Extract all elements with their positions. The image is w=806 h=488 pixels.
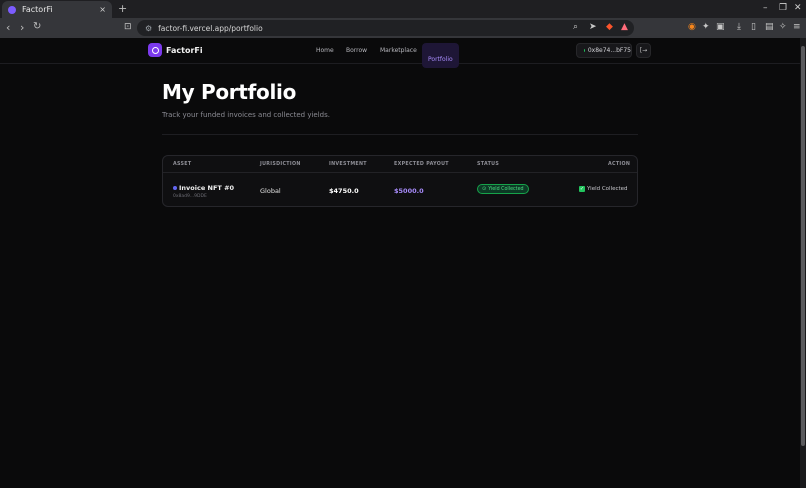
address-bar[interactable]: ⚙ factor-fi.vercel.app/portfolio: [137, 20, 634, 36]
leo-ai-icon[interactable]: ✧: [779, 22, 787, 32]
header-investment: INVESTMENT: [329, 162, 367, 167]
header-action: ACTION: [608, 162, 631, 167]
action-text: Yield Collected: [587, 186, 628, 192]
window-restore-icon[interactable]: ❐: [779, 3, 787, 13]
send-icon[interactable]: ➤: [589, 22, 597, 32]
connected-dot-icon: [584, 49, 585, 52]
reload-icon[interactable]: ↻: [33, 21, 41, 32]
brave-rewards-icon[interactable]: ▲: [621, 22, 628, 32]
wallet-icon[interactable]: ▤: [765, 22, 774, 32]
browser-toolbar: ‹ › ↻ ⊡ ⚙ factor-fi.vercel.app/portfolio…: [0, 18, 806, 38]
header-jurisdiction: JURISDICTION: [260, 162, 301, 167]
page-subtitle: Track your funded invoices and collected…: [162, 111, 330, 119]
wallet-extension-icon[interactable]: ▣: [716, 22, 725, 32]
nav-borrow[interactable]: Borrow: [346, 47, 367, 54]
extensions-icon[interactable]: ✦: [702, 22, 710, 32]
header-asset: ASSET: [173, 162, 192, 167]
nav-portfolio[interactable]: Portfolio: [422, 43, 459, 68]
header-expected-payout: EXPECTED PAYOUT: [394, 162, 449, 167]
site-info-icon[interactable]: ⚙: [145, 24, 152, 33]
window-close-icon[interactable]: ✕: [794, 3, 802, 13]
bookmark-icon[interactable]: ⊡: [124, 22, 132, 32]
sidebar-icon[interactable]: ▯: [751, 22, 756, 32]
nav-portfolio-label: Portfolio: [428, 56, 453, 63]
zoom-search-icon[interactable]: ⌕: [573, 22, 578, 32]
app-header: FactorFi Home Borrow Marketplace Portfol…: [0, 38, 800, 68]
page-scrollbar[interactable]: [800, 38, 806, 488]
asset-name: Invoice NFT #0: [179, 184, 235, 192]
brand[interactable]: FactorFi: [148, 43, 203, 57]
brand-name: FactorFi: [166, 45, 203, 55]
divider: [162, 134, 638, 135]
factorfi-logo-icon: [148, 43, 162, 57]
browser-tab-bar: FactorFi × + – ❐ ✕: [0, 0, 806, 18]
checkmark-box-icon: ✓: [579, 186, 585, 192]
wallet-button[interactable]: 0x8e74...bF75: [576, 43, 632, 58]
new-tab-button[interactable]: +: [118, 2, 127, 15]
check-circle-icon: ⊙: [482, 186, 487, 192]
download-icon[interactable]: ⤓: [737, 22, 741, 32]
jurisdiction-value: Global: [260, 187, 281, 195]
asset-address: 0x8ad9...9DDE: [173, 194, 207, 199]
expected-payout-value: $5000.0: [394, 187, 424, 195]
browser-tab[interactable]: FactorFi ×: [2, 1, 112, 18]
tab-title: FactorFi: [22, 5, 53, 14]
page-viewport: FactorFi Home Borrow Marketplace Portfol…: [0, 38, 800, 488]
url-text: factor-fi.vercel.app/portfolio: [158, 23, 263, 33]
table-header: ASSET JURISDICTION INVESTMENT EXPECTED P…: [163, 156, 637, 173]
nav-marketplace[interactable]: Marketplace: [380, 47, 417, 54]
back-arrow-icon[interactable]: ‹: [6, 21, 10, 34]
investment-value: $4750.0: [329, 187, 359, 195]
wallet-address: 0x8e74...bF75: [587, 47, 631, 54]
logout-icon: [→: [639, 47, 648, 54]
metamask-icon[interactable]: ◉: [688, 22, 696, 32]
logout-button[interactable]: [→: [636, 43, 651, 58]
nav-borrow-label: Borrow: [346, 47, 368, 54]
invoice-nft-icon: [173, 186, 177, 190]
factorfi-favicon-icon: [8, 5, 16, 14]
brave-shield-icon[interactable]: ◆: [606, 22, 613, 32]
header-status: STATUS: [477, 162, 500, 167]
page-title: My Portfolio: [162, 80, 297, 104]
portfolio-table: ASSET JURISDICTION INVESTMENT EXPECTED P…: [162, 155, 638, 207]
status-text: Yield Collected: [488, 186, 524, 192]
forward-arrow-icon[interactable]: ›: [20, 21, 24, 34]
nav-marketplace-label: Marketplace: [380, 47, 417, 54]
nav-home[interactable]: Home: [316, 47, 334, 54]
menu-icon[interactable]: ≡: [793, 22, 801, 32]
nav-home-label: Home: [316, 47, 334, 54]
scrollbar-thumb[interactable]: [801, 46, 805, 446]
action-cell: ✓ Yield Collected: [579, 186, 628, 192]
status-badge: ⊙ Yield Collected: [477, 184, 529, 194]
window-minimize-icon[interactable]: –: [763, 3, 768, 13]
tab-close-icon[interactable]: ×: [99, 5, 106, 14]
